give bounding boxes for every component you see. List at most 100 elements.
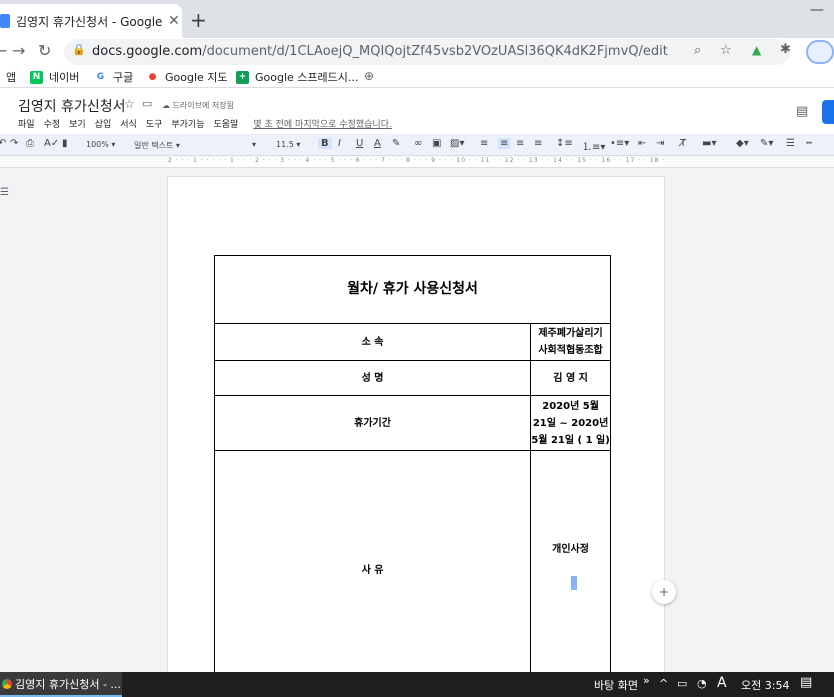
underline-button[interactable]: U [356,138,363,149]
reload-icon[interactable]: ↻ [38,41,51,60]
border-color-icon[interactable]: ▬▾ [702,138,716,149]
show-hidden-icons-icon[interactable]: ^ [659,677,668,690]
menu-tools[interactable]: 도구 [146,117,163,130]
undo-icon[interactable]: ↶ [0,138,6,149]
table-row: 휴가기간 2020년 5월 21일 ~ 2020년 5월 21일 ( 1 일) [213,395,611,451]
print-icon[interactable]: ⎙ [26,138,34,149]
zoom-icon[interactable]: ⌕ [694,43,701,58]
back-icon[interactable]: ← [0,41,7,60]
browser-tab[interactable]: 김영지 휴가신청서 - Google 문서 ✕ [0,4,182,38]
font-size-select[interactable]: 11.5 ▾ [276,140,300,149]
text-color-icon[interactable]: A [374,138,381,149]
zoom-select[interactable]: 100% ▾ [86,140,115,149]
desktop-toolbar[interactable]: 바탕 화면 [594,677,638,693]
align-right-icon[interactable]: ≡ [516,138,524,149]
minimize-icon[interactable]: — [810,2,824,18]
add-comment-float-icon[interactable]: + [652,580,676,604]
font-select-arrow[interactable]: ▾ [252,140,256,149]
italic-button[interactable]: I [338,138,341,149]
justify-icon[interactable]: ≡ [534,138,542,149]
menu-file[interactable]: 파일 [18,117,35,130]
globe-icon[interactable]: ⊕ [364,69,374,83]
address-bar[interactable]: 🔒 docs.google.com/document/d/1CLAoejQ_MQ… [64,39,790,65]
bookmark-apps[interactable]: 앱 [6,69,16,85]
clear-formatting-icon[interactable]: T̸ [680,138,686,149]
value-line: 김 영 지 [553,372,588,384]
leave-request-table: 월차/ 휴가 사용신청서 소 속 제주폐가살리기 사회적협동조합 성 명 김 영… [213,255,611,691]
line-spacing-icon[interactable]: ↕≡ [556,138,573,149]
border-width-icon[interactable]: ☰ [786,138,795,149]
menu-edit[interactable]: 수정 [44,117,61,130]
bookmark-naver[interactable]: N 네이버 [30,69,79,85]
toolbar-expand-icon[interactable]: » [643,674,650,687]
lock-icon: 🔒 [72,43,86,56]
label-cell[interactable]: 휴가기간 [213,395,532,451]
ruler[interactable]: 2 · · · 1 · · · · · 1 · · · 2 · · · 3 · … [0,156,834,168]
value-line: 개인사정 [552,544,589,555]
label-cell[interactable]: 소 속 [213,323,532,361]
cloud-icon: ☁ [162,101,173,110]
menu-addons[interactable]: 부가기능 [171,117,204,130]
close-tab-icon[interactable]: ✕ [168,13,180,29]
increase-indent-icon[interactable]: ⇥ [656,138,664,149]
table-row: 소 속 제주폐가살리기 사회적협동조합 [213,323,611,361]
extensions-puzzle-icon[interactable]: ✱ [780,42,791,57]
style-select[interactable]: 일반 텍스트 ▾ [134,140,180,151]
menu-view[interactable]: 보기 [69,117,86,130]
value-cell[interactable]: 2020년 5월 21일 ~ 2020년 5월 21일 ( 1 일) [530,395,611,451]
ime-indicator[interactable]: A [717,675,727,691]
align-center-icon[interactable]: ≡ [498,138,511,149]
border-pen-icon[interactable]: ✎▾ [760,138,773,149]
add-comment-icon[interactable]: ▣ [432,138,441,149]
numbered-list-icon[interactable]: ⒈≡▾ [582,138,605,153]
value-cell[interactable]: 제주폐가살리기 사회적협동조합 [530,323,611,361]
extension-icon[interactable]: ▲ [752,43,761,57]
menu-help[interactable]: 도움말 [214,117,239,130]
share-button[interactable] [822,100,834,124]
move-folder-icon[interactable]: ▭ [142,97,152,110]
background-color-icon[interactable]: ◆▾ [736,138,749,149]
wifi-icon[interactable]: ◔ [697,677,707,690]
value-line: 사회적협동조합 [538,345,603,356]
profile-avatar[interactable] [806,40,834,64]
paint-format-icon[interactable]: ▮ [62,138,68,149]
new-tab-icon[interactable]: + [190,8,207,32]
bold-button[interactable]: B [318,138,332,149]
label-cell[interactable]: 사 유 [213,450,532,691]
form-title[interactable]: 월차/ 휴가 사용신청서 [214,255,611,324]
document-title[interactable]: 김영지 휴가신청서 [18,96,126,116]
clock[interactable]: 오전 3:54 [741,677,789,693]
save-status[interactable]: ☁ 드라이브에 저장됨 [162,100,234,111]
text-cursor [571,576,577,590]
star-icon[interactable]: ☆ [124,97,135,111]
insert-image-icon[interactable]: ▨▾ [450,138,464,149]
label-cell[interactable]: 성 명 [213,360,532,396]
menu-format[interactable]: 서식 [120,117,137,130]
taskbar-chrome-app[interactable]: 김영지 휴가신청서 - ... [0,672,122,697]
taskbar-app-label: 김영지 휴가신청서 - ... [15,677,121,691]
bookmark-label: Google 지도 [165,71,228,84]
value-cell[interactable]: 김 영 지 [530,360,611,396]
bulleted-list-icon[interactable]: •≡▾ [610,138,629,149]
bookmark-google[interactable]: G 구글 [94,69,133,85]
redo-icon[interactable]: ↷ [10,138,18,149]
value-cell[interactable]: 개인사정 [530,450,611,691]
spellcheck-icon[interactable]: A✓ [44,138,59,149]
forward-icon[interactable]: → [12,41,25,60]
document-outline-icon[interactable]: ☰ [0,187,9,198]
menu-insert[interactable]: 삽입 [95,117,112,130]
highlight-icon[interactable]: ✎ [392,138,400,149]
bookmark-star-icon[interactable]: ☆ [720,43,732,58]
menu-bar: 파일 수정 보기 삽입 서식 도구 부가기능 도움말 몇 초 전에 마지막으로 … [18,117,392,130]
comment-history-icon[interactable]: ▤ [796,104,808,119]
notification-icon[interactable]: ▤ [800,675,812,690]
bookmark-google-maps[interactable]: ● Google 지도 [146,69,228,85]
align-left-icon[interactable]: ≡ [480,138,488,149]
decrease-indent-icon[interactable]: ⇤ [638,138,646,149]
bookmark-label: 구글 [113,71,134,84]
document-page[interactable]: 월차/ 휴가 사용신청서 소 속 제주폐가살리기 사회적협동조합 성 명 김 영… [168,177,664,691]
last-edit-link[interactable]: 몇 초 전에 마지막으로 수정했습니다. [253,117,392,130]
border-dash-icon[interactable]: ┅ [806,138,812,149]
bookmark-google-sheets[interactable]: + Google 스프레드시... [236,69,358,85]
link-icon[interactable]: ∞ [414,138,422,149]
